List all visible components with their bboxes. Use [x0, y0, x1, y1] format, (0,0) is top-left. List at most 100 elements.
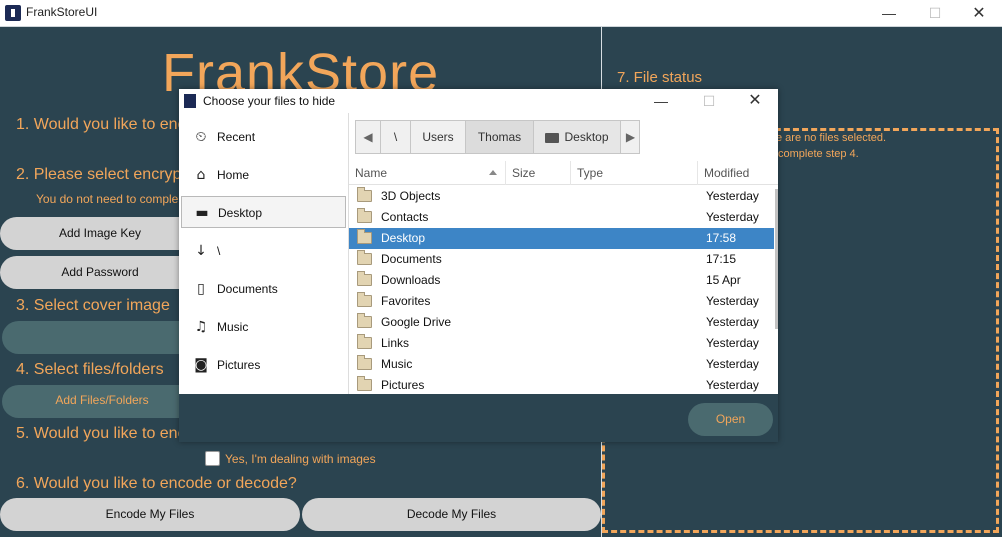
step-2-note: You do not need to comple [36, 192, 179, 206]
breadcrumb-users[interactable]: Users [411, 121, 466, 153]
folder-icon [357, 208, 372, 223]
sidebar-item-root[interactable]: ↓ \ [181, 235, 346, 267]
sidebar-item-label: \ [217, 244, 221, 258]
file-modified: Yesterday [706, 378, 759, 392]
encode-files-button[interactable]: Encode My Files [0, 498, 300, 531]
breadcrumb-root[interactable]: \ [381, 121, 411, 153]
dialog-close-button[interactable]: ✕ [732, 89, 778, 113]
add-image-key-button[interactable]: Add Image Key [0, 217, 200, 250]
list-item[interactable]: Favorites Yesterday [349, 291, 774, 312]
sidebar-item-documents[interactable]: ▯ Documents [181, 273, 346, 305]
sidebar-item-label: Documents [217, 282, 278, 296]
window-title: FrankStoreUI [26, 5, 98, 19]
document-icon: ▯ [197, 281, 205, 297]
list-item[interactable]: Documents 17:15 [349, 249, 774, 270]
folder-icon [357, 229, 372, 244]
file-chooser-dialog: Choose your files to hide — ☐ ✕ ⏲ Recent… [179, 89, 778, 442]
music-note-icon: ♫ [194, 319, 208, 335]
folder-icon [545, 132, 560, 143]
breadcrumb-desktop[interactable]: Desktop [534, 121, 621, 153]
decode-files-button[interactable]: Decode My Files [302, 498, 601, 531]
dialog-footer: Open [179, 394, 778, 442]
list-item-selected[interactable]: Desktop 17:58 [349, 228, 774, 249]
file-name: Contacts [381, 210, 429, 224]
file-modified: Yesterday [706, 210, 759, 224]
images-checkbox-label[interactable]: Yes, I'm dealing with images [225, 452, 376, 466]
folder-icon [357, 187, 372, 202]
add-password-button[interactable]: Add Password [0, 256, 200, 289]
file-modified: 15 Apr [706, 273, 741, 287]
dialog-titlebar: Choose your files to hide — ☐ ✕ [179, 89, 778, 113]
sidebar-item-label: Pictures [217, 358, 261, 372]
select-cover-image-button[interactable] [2, 321, 202, 354]
dialog-maximize-button[interactable]: ☐ [686, 89, 732, 113]
file-status-title: 7. File status [617, 69, 703, 86]
breadcrumb-forward-button[interactable]: ▶ [621, 121, 640, 153]
file-modified: Yesterday [706, 315, 759, 329]
dialog-title: Choose your files to hide [203, 94, 336, 108]
file-list: Name Size Type Modified 3D Objects Yeste… [349, 161, 778, 394]
column-modified[interactable]: Modified [698, 161, 774, 185]
dialog-minimize-button[interactable]: — [638, 89, 684, 113]
folder-icon [357, 376, 372, 391]
add-files-folders-button[interactable]: Add Files/Folders [2, 385, 202, 418]
sidebar-item-label: Desktop [218, 206, 263, 220]
camera-icon: ◙ [194, 357, 208, 373]
folder-icon [357, 271, 372, 286]
column-size[interactable]: Size [506, 161, 571, 185]
file-list-scrollbar[interactable] [775, 189, 778, 329]
dialog-app-icon [184, 94, 196, 108]
file-name: Favorites [381, 294, 431, 308]
file-name: Google Drive [381, 315, 452, 329]
file-modified: Yesterday [706, 294, 759, 308]
file-modified: 17:58 [706, 231, 737, 245]
list-item[interactable]: 3D Objects Yesterday [349, 186, 774, 207]
list-item[interactable]: Contacts Yesterday [349, 207, 774, 228]
status-message-line-1: e are no files selected. [776, 132, 887, 144]
list-item[interactable]: Links Yesterday [349, 333, 774, 354]
file-name: Documents [381, 252, 442, 266]
minimize-button[interactable]: — [866, 0, 912, 27]
folder-icon [357, 292, 372, 307]
sort-ascending-icon [489, 170, 497, 175]
list-item[interactable]: Downloads 15 Apr [349, 270, 774, 291]
maximize-button[interactable]: ☐ [912, 0, 958, 27]
window-titlebar: FrankStoreUI — ☐ ✕ [0, 0, 1002, 27]
folder-icon [357, 334, 372, 349]
sidebar-item-label: Recent [217, 130, 256, 144]
step-3-label: 3. Select cover image [16, 297, 170, 314]
sidebar-item-music[interactable]: ♫ Music [181, 311, 346, 343]
sidebar-item-desktop[interactable]: ▬ Desktop [181, 196, 346, 228]
clock-icon: ⏲ [195, 129, 207, 145]
breadcrumb-back-button[interactable]: ◀ [356, 121, 381, 153]
breadcrumb: ◀ \ Users Thomas Desktop ▶ [355, 120, 640, 154]
column-name[interactable]: Name [349, 161, 506, 185]
sidebar-item-recent[interactable]: ⏲ Recent [181, 121, 346, 153]
sidebar-item-pictures[interactable]: ◙ Pictures [181, 349, 346, 381]
folder-icon: ▬ [195, 205, 209, 221]
sidebar-item-label: Music [217, 320, 249, 334]
step-6-label: 6. Would you like to encode or decode? [16, 475, 297, 492]
file-modified: Yesterday [706, 189, 759, 203]
sidebar-item-home[interactable]: ⌂ Home [181, 159, 346, 191]
list-item[interactable]: Music Yesterday [349, 354, 774, 375]
file-name: Downloads [381, 273, 441, 287]
open-button[interactable]: Open [688, 403, 773, 436]
file-list-header: Name Size Type Modified [349, 161, 778, 185]
list-item[interactable]: Google Drive Yesterday [349, 312, 774, 333]
file-modified: 17:15 [706, 252, 737, 266]
column-type[interactable]: Type [571, 161, 698, 185]
file-modified: Yesterday [706, 336, 759, 350]
images-checkbox[interactable] [205, 451, 220, 466]
file-name: Desktop [381, 231, 426, 245]
status-message-line-2: complete step 4. [778, 148, 859, 160]
step-5-label: 5. Would you like to enc [16, 425, 186, 442]
places-sidebar: ⏲ Recent ⌂ Home ▬ Desktop ↓ \ ▯ Document… [179, 113, 349, 394]
drive-down-arrow-icon: ↓ [195, 243, 207, 259]
list-item[interactable]: Pictures Yesterday [349, 375, 774, 396]
file-name: 3D Objects [381, 189, 441, 203]
breadcrumb-thomas[interactable]: Thomas [466, 121, 534, 153]
step-1-label: 1. Would you like to enc [16, 116, 186, 133]
close-button[interactable]: ✕ [956, 0, 1002, 27]
sidebar-item-label: Home [217, 168, 250, 182]
